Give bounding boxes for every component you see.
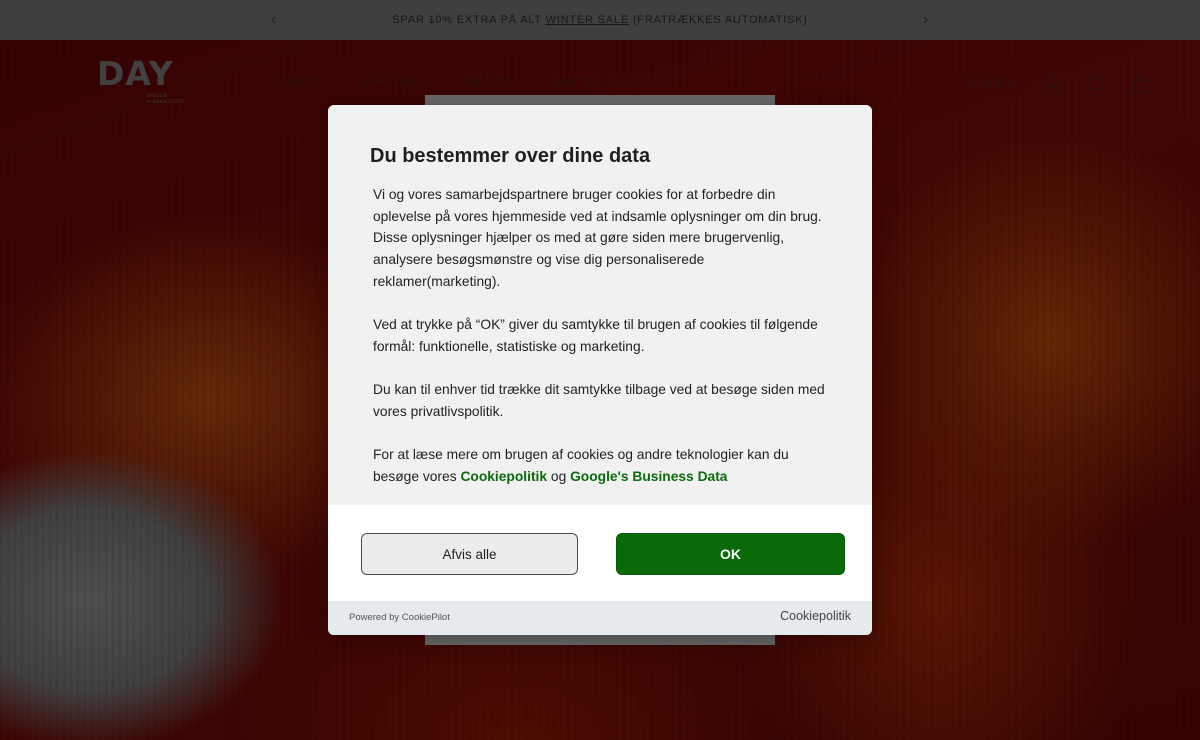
announcement-text: SPAR 10% EXTRA PÅ ALT WINTER SALE (FRATR… (392, 14, 807, 26)
consent-paragraph-3: Du kan til enhver tid trække dit samtykk… (373, 382, 825, 419)
dialog-title: Du bestemmer over dine data (370, 145, 651, 167)
dialog-actions: Afvis alle OK (328, 505, 872, 601)
google-business-data-link[interactable]: Google's Business Data (570, 469, 727, 484)
announcement-bar: ‹ SPAR 10% EXTRA PÅ ALT WINTER SALE (FRA… (0, 0, 1200, 40)
chevron-right-icon[interactable]: › (916, 10, 936, 30)
announcement-link[interactable]: WINTER SALE (546, 14, 629, 26)
announcement-suffix: (FRATRÆKKES AUTOMATISK) (628, 14, 808, 26)
cookie-policy-link[interactable]: Cookiepolitik (460, 469, 547, 484)
ok-button[interactable]: OK (616, 533, 845, 575)
announcement-prefix: SPAR 10% EXTRA PÅ ALT (392, 14, 546, 26)
reject-all-button[interactable]: Afvis alle (361, 533, 578, 575)
powered-by-label: Powered by CookiePilot (349, 612, 450, 623)
footer-cookie-policy-link[interactable]: Cookiepolitik (780, 609, 851, 623)
dialog-body[interactable]: Vi og vores samarbejdspartnere bruger co… (373, 184, 828, 504)
consent-paragraph-2: Ved at trykke på “OK” giver du samtykke … (373, 317, 818, 354)
consent-paragraph-1: Vi og vores samarbejdspartnere bruger co… (373, 187, 822, 289)
cookie-consent-dialog: Du bestemmer over dine data Vi og vores … (328, 105, 872, 635)
dialog-footer: Powered by CookiePilot Cookiepolitik (328, 601, 872, 635)
consent-paragraph-4-mid: og (547, 469, 571, 485)
chevron-left-icon[interactable]: ‹ (264, 10, 284, 30)
consent-paragraph-4: For at læse mere om brugen af cookies og… (373, 444, 828, 487)
